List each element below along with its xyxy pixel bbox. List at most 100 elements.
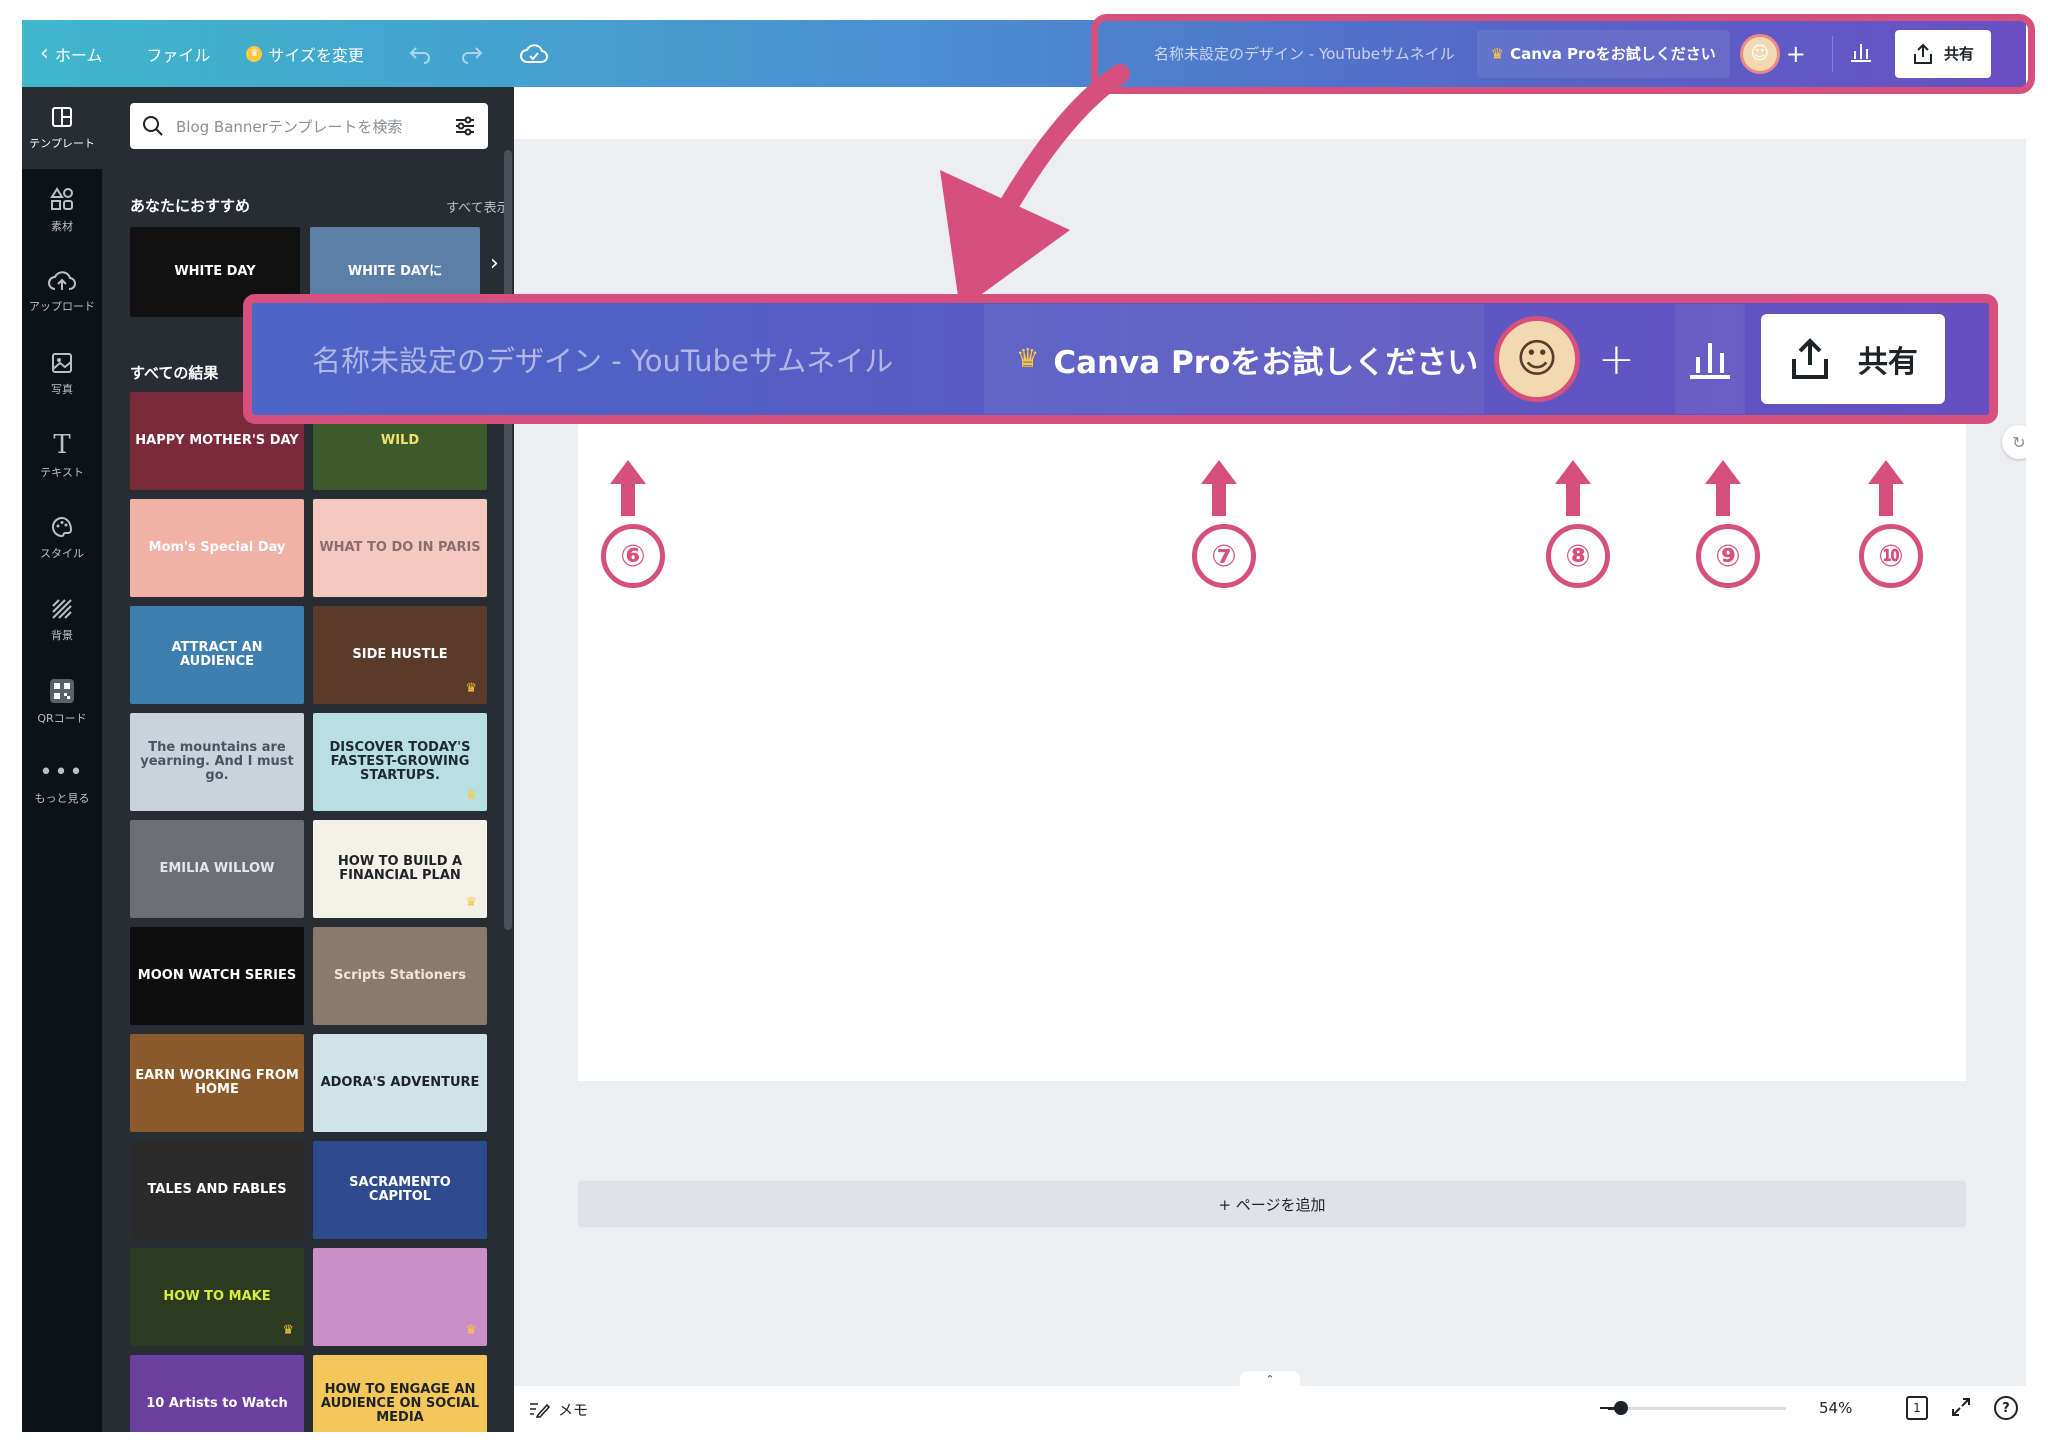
template-thumbnail[interactable]: ATTRACT AN AUDIENCE [130, 606, 304, 704]
template-thumbnail[interactable]: HOW TO BUILD A FINANCIAL PLAN ♛ [313, 820, 487, 918]
editor-bottombar: メモ 54% 1 ? [514, 1386, 2026, 1432]
palette-icon [52, 516, 73, 538]
redo-button[interactable] [446, 34, 498, 74]
crown-icon: ♛ [246, 45, 263, 62]
template-thumbnail[interactable]: ♛ [313, 1248, 487, 1346]
template-thumb-text: HOW TO BUILD A FINANCIAL PLAN [337, 853, 463, 883]
up-arrow-icon [1201, 460, 1237, 516]
pro-crown-icon: ♛ [465, 680, 477, 696]
cloud-save-status[interactable] [506, 34, 562, 74]
rail-label: テンプレート [29, 137, 95, 150]
redo-icon [461, 46, 483, 64]
zoom-slider-thumb[interactable] [1614, 1401, 1628, 1415]
template-thumb-text: Scripts Stationers [334, 967, 466, 983]
chevron-up-icon: ⌃ [1265, 1372, 1275, 1386]
template-thumb-text: EARN WORKING FROM HOME [135, 1067, 299, 1097]
rotate-icon[interactable]: ↻ [2002, 425, 2026, 459]
editor-subbar [514, 87, 2026, 139]
template-thumbnail[interactable]: SIDE HUSTLE ♛ [313, 606, 487, 704]
topbar-highlight-frame [1091, 14, 2035, 94]
template-thumbnail[interactable]: The mountains are yearning. And I must g… [130, 713, 304, 811]
background-icon [52, 599, 72, 619]
rail-item-styles[interactable]: スタイル [22, 497, 102, 579]
template-thumbnail[interactable]: EMILIA WILLOW [130, 820, 304, 918]
design-page[interactable] [578, 341, 1966, 1081]
expand-icon [1952, 1398, 1970, 1416]
template-thumbnail[interactable]: HOW TO MAKE ♛ [130, 1248, 304, 1346]
template-thumbnail[interactable]: Scripts Stationers [313, 927, 487, 1025]
template-thumbnail[interactable]: Mom's Special Day [130, 499, 304, 597]
rail-item-elements[interactable]: 素材 [22, 169, 102, 251]
up-arrow-icon [610, 460, 646, 516]
help-icon[interactable]: ? [1994, 1396, 2018, 1420]
pro-crown-icon: ♛ [465, 894, 477, 910]
rail-item-text[interactable]: T テキスト [22, 415, 102, 497]
callout-number: ⑨ [1696, 524, 1760, 588]
pro-crown-icon: ♛ [465, 1322, 477, 1338]
bar-chart-icon [1689, 343, 1730, 379]
templates-panel: Blog Bannerテンプレートを検索 あなたにおすすめ すべて表示 WHIT… [102, 87, 514, 1432]
template-thumbnail[interactable]: HOW TO ENGAGE AN AUDIENCE ON SOCIAL MEDI… [313, 1355, 487, 1432]
notes-label: メモ [558, 1400, 589, 1419]
undo-button[interactable] [394, 34, 446, 74]
rail-item-photos[interactable]: 写真 [22, 333, 102, 415]
template-thumb-text: HAPPY MOTHER'S DAY [135, 432, 299, 448]
fullscreen-button[interactable] [1950, 1396, 1972, 1422]
template-thumbnail[interactable]: 10 Artists to Watch [130, 1355, 304, 1432]
file-menu-button[interactable]: ファイル [132, 34, 224, 74]
notes-button[interactable]: メモ [528, 1399, 588, 1420]
qr-code-icon [50, 679, 74, 703]
template-thumbnail[interactable]: DISCOVER TODAY'S FASTEST-GROWING STARTUP… [313, 713, 487, 811]
rail-item-upload[interactable]: アップロード [22, 251, 102, 333]
home-label: ホーム [54, 45, 103, 65]
pro-crown-icon: ♛ [282, 1322, 294, 1338]
template-thumb-text: HOW TO MAKE [163, 1288, 271, 1304]
home-button[interactable]: ‹ ホーム [22, 34, 116, 74]
zoom-slider[interactable] [1608, 1401, 1786, 1415]
template-thumbnail[interactable]: MOON WATCH SERIES [130, 927, 304, 1025]
pro-crown-icon: ♛ [465, 787, 477, 803]
cloud-check-icon [519, 43, 548, 63]
rail-label: 背景 [51, 629, 73, 642]
chevron-left-icon: ‹ [40, 41, 49, 66]
callout-share-label: 共有 [1857, 345, 1918, 380]
callout-number: ⑦ [1192, 524, 1256, 588]
plus-icon: + [1598, 333, 1635, 385]
recommended-title: あなたにおすすめ [130, 197, 251, 215]
template-thumbnail[interactable]: WHAT TO DO IN PARIS [313, 499, 487, 597]
template-thumbnail[interactable]: EARN WORKING FROM HOME [130, 1034, 304, 1132]
callout-number: ⑥ [601, 524, 665, 588]
template-thumb-text: SIDE HUSTLE [352, 646, 448, 662]
zoom-level[interactable]: 54% [1819, 1399, 1852, 1417]
template-thumb-text: Mom's Special Day [148, 539, 286, 555]
panel-scrollbar[interactable] [504, 150, 512, 930]
template-thumb-text: The mountains are yearning. And I must g… [140, 739, 294, 784]
template-thumb-text: WHAT TO DO IN PARIS [319, 539, 481, 555]
filter-sliders-icon[interactable] [454, 115, 476, 137]
up-arrow-icon [1868, 460, 1904, 516]
page-count: 1 [1913, 1401, 1921, 1415]
template-thumbnail[interactable]: TALES AND FABLES [130, 1141, 304, 1239]
photo-icon [52, 353, 72, 373]
rail-item-templates[interactable]: テンプレート [22, 87, 102, 169]
rail-item-more[interactable]: ••• もっと見る [22, 743, 102, 825]
resize-button[interactable]: ♛ サイズを変更 [232, 34, 378, 74]
chevron-right-icon[interactable]: › [490, 251, 499, 276]
see-all-link[interactable]: すべて表示 [446, 197, 510, 216]
rail-item-qr[interactable]: QRコード [22, 661, 102, 743]
resize-label: サイズを変更 [268, 45, 364, 65]
search-placeholder: Blog Bannerテンプレートを検索 [176, 117, 403, 136]
template-search-input[interactable]: Blog Bannerテンプレートを検索 [130, 103, 488, 149]
zoom-out-icon[interactable] [1600, 1407, 1608, 1409]
template-thumbnail[interactable]: ADORA'S ADVENTURE [313, 1034, 487, 1132]
template-thumb-text: DISCOVER TODAY'S FASTEST-GROWING STARTUP… [329, 739, 471, 784]
rail-label: QRコード [37, 712, 87, 725]
callout-share-button: 共有 [1760, 314, 1945, 404]
expand-pages-button[interactable]: ⌃ [1240, 1371, 1300, 1387]
results-title: すべての結果 [130, 364, 219, 382]
template-thumb-text: ADORA'S ADVENTURE [320, 1074, 480, 1090]
rail-item-background[interactable]: 背景 [22, 579, 102, 661]
template-thumbnail[interactable]: SACRAMENTO CAPITOL [313, 1141, 487, 1239]
add-page-button[interactable]: + ページを追加 [578, 1181, 1966, 1227]
page-count-button[interactable]: 1 [1906, 1396, 1928, 1420]
